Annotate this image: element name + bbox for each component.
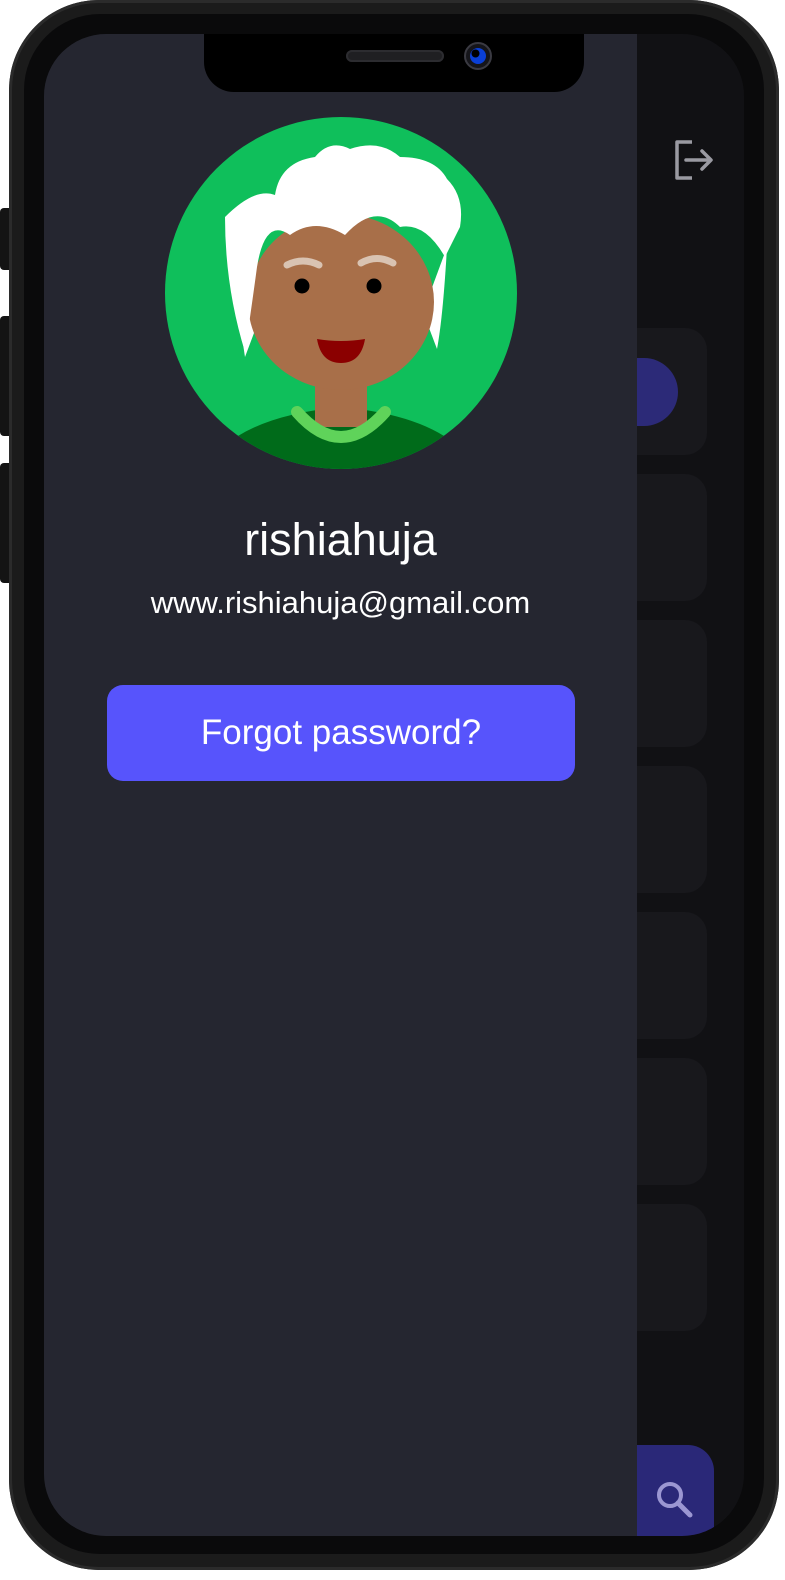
- speaker-grille: [346, 50, 444, 62]
- camera-icon: [464, 42, 492, 70]
- search-icon: [657, 1482, 693, 1518]
- phone-notch: [204, 34, 584, 92]
- profile-username: rishiahuja: [244, 514, 437, 565]
- screen: 1: [44, 34, 744, 1536]
- profile-drawer: rishiahuja www.rishiahuja@gmail.com Forg…: [44, 34, 637, 1536]
- logout-icon[interactable]: [672, 138, 716, 182]
- device-frame: 1: [0, 0, 785, 1580]
- forgot-password-button[interactable]: Forgot password?: [107, 685, 575, 781]
- avatar: [165, 117, 517, 469]
- profile-email: www.rishiahuja@gmail.com: [150, 585, 531, 620]
